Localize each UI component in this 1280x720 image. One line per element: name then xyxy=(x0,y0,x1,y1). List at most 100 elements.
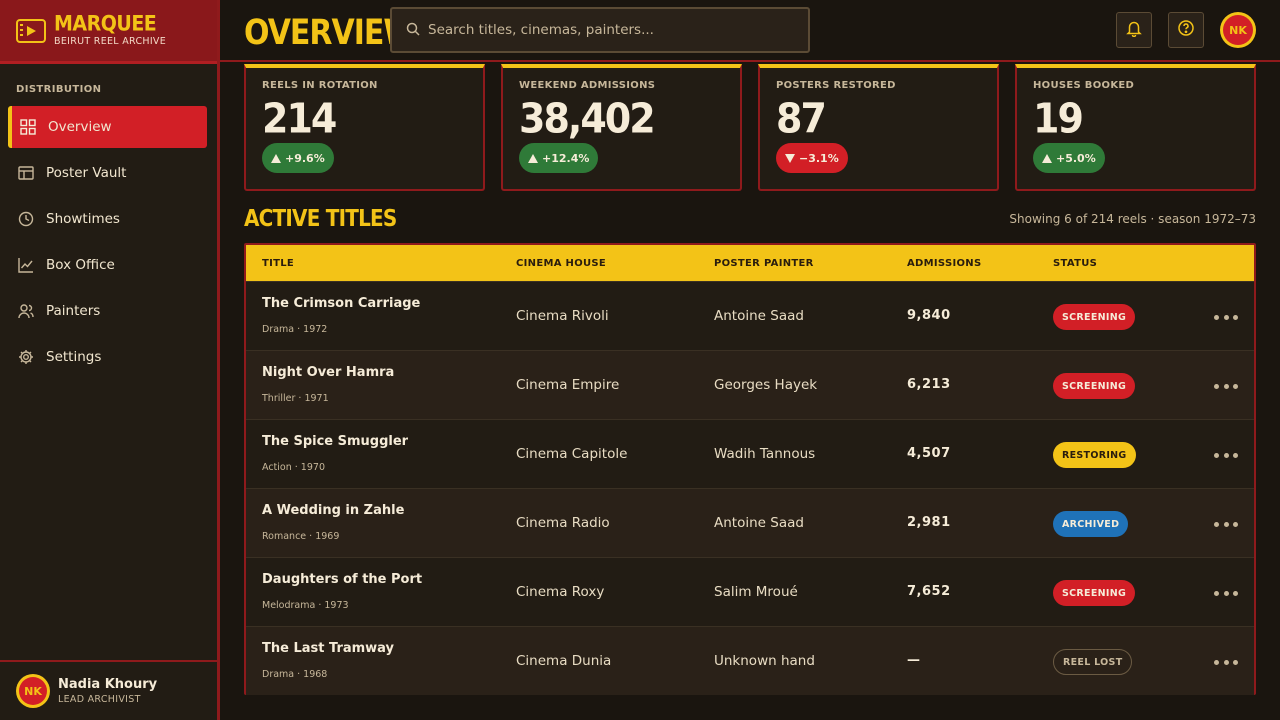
title-meta: Action · 1970 xyxy=(262,462,325,473)
cinema-cell: Cinema Empire xyxy=(516,377,620,393)
header-avatar[interactable]: NK xyxy=(1220,12,1256,48)
table-row[interactable]: Night Over Hamra Thriller · 1971 Cinema … xyxy=(246,350,1254,419)
showing-count: Showing 6 of 214 reels · season 1972–73 xyxy=(1009,212,1256,226)
title-name[interactable]: The Crimson Carriage xyxy=(262,296,420,311)
kpi-label: HOUSES BOOKED xyxy=(1033,80,1135,91)
sidebar-item-box-office[interactable]: Box Office xyxy=(8,244,207,286)
trend-up-icon xyxy=(271,153,281,163)
more-options-icon[interactable] xyxy=(1214,654,1238,670)
painter-cell: Wadih Tannous xyxy=(714,446,816,462)
clock-icon xyxy=(18,211,34,227)
kpi-card-posters: POSTERS RESTORED 87 −3.1% xyxy=(758,64,999,191)
sidebar: MARQUEE BEIRUT REEL ARCHIVE DISTRIBUTION… xyxy=(0,0,220,720)
kpi-delta-badge: −3.1% xyxy=(776,143,848,173)
gear-icon xyxy=(18,349,34,365)
sidebar-item-label: Settings xyxy=(46,349,102,365)
help-button[interactable] xyxy=(1168,12,1204,48)
title-meta: Drama · 1968 xyxy=(262,669,328,680)
title-name[interactable]: Daughters of the Port xyxy=(262,572,422,587)
more-options-icon[interactable] xyxy=(1214,447,1238,463)
table-row[interactable]: The Crimson Carriage Drama · 1972 Cinema… xyxy=(246,281,1254,350)
painter-cell: Antoine Saad xyxy=(714,515,804,531)
avatar: NK xyxy=(1220,12,1256,48)
search-input[interactable] xyxy=(428,22,788,38)
sidebar-item-showtimes[interactable]: Showtimes xyxy=(8,198,207,240)
table-row[interactable]: The Last Tramway Drama · 1968 Cinema Dun… xyxy=(246,626,1254,695)
more-options-icon[interactable] xyxy=(1214,516,1238,532)
kpi-delta: +5.0% xyxy=(1056,151,1096,165)
status-badge: ARCHIVED xyxy=(1053,511,1129,537)
title-meta: Thriller · 1971 xyxy=(262,393,329,404)
sidebar-item-label: Painters xyxy=(46,303,101,319)
users-icon xyxy=(18,303,34,319)
user-role: LEAD ARCHIVIST xyxy=(58,694,141,705)
sidebar-item-settings[interactable]: Settings xyxy=(8,336,207,378)
brand-subtitle: BEIRUT REEL ARCHIVE xyxy=(54,36,167,47)
kpi-card-reels: REELS IN ROTATION 214 +9.6% xyxy=(244,64,485,191)
search-icon xyxy=(406,21,420,40)
kpi-label: WEEKEND ADMISSIONS xyxy=(519,80,656,91)
kpi-value: 214 xyxy=(262,94,337,143)
cinema-cell: Cinema Radio xyxy=(516,515,610,531)
admissions-cell: 9,840 xyxy=(907,308,951,323)
admissions-cell: — xyxy=(907,653,921,668)
admissions-cell: 2,981 xyxy=(907,515,951,530)
title-name[interactable]: A Wedding in Zahle xyxy=(262,503,404,518)
avatar: NK xyxy=(16,674,50,708)
column-header-cinema[interactable]: CINEMA HOUSE xyxy=(516,258,606,269)
layout-icon xyxy=(18,165,34,181)
sidebar-item-painters[interactable]: Painters xyxy=(8,290,207,332)
title-meta: Drama · 1972 xyxy=(262,324,328,335)
status-badge: REEL LOST xyxy=(1053,649,1133,675)
user-profile[interactable]: NK Nadia Khoury LEAD ARCHIVIST xyxy=(0,660,217,720)
more-options-icon[interactable] xyxy=(1214,378,1238,394)
title-name[interactable]: The Spice Smuggler xyxy=(262,434,408,449)
nav-section-label: DISTRIBUTION xyxy=(16,84,102,95)
search-box[interactable] xyxy=(390,7,810,53)
trend-up-icon xyxy=(1042,153,1052,163)
title-name[interactable]: Night Over Hamra xyxy=(262,365,394,380)
admissions-cell: 4,507 xyxy=(907,446,951,461)
painter-cell: Georges Hayek xyxy=(714,377,818,393)
painter-cell: Antoine Saad xyxy=(714,308,804,324)
help-icon xyxy=(1177,19,1195,41)
top-header: OVERVIEW NK xyxy=(220,0,1280,62)
brand-name: MARQUEE xyxy=(54,11,157,37)
kpi-delta-badge: +9.6% xyxy=(262,143,334,173)
title-name[interactable]: The Last Tramway xyxy=(262,641,394,656)
more-options-icon[interactable] xyxy=(1214,309,1238,325)
brand[interactable]: MARQUEE BEIRUT REEL ARCHIVE xyxy=(0,0,217,64)
table-header: TITLE CINEMA HOUSE POSTER PAINTER ADMISS… xyxy=(246,245,1254,281)
table-row[interactable]: Daughters of the Port Melodrama · 1973 C… xyxy=(246,557,1254,626)
status-badge: SCREENING xyxy=(1053,304,1136,330)
film-logo-icon xyxy=(16,18,46,43)
kpi-value: 87 xyxy=(776,94,827,143)
sidebar-item-label: Overview xyxy=(48,119,112,135)
column-header-painter[interactable]: POSTER PAINTER xyxy=(714,258,814,269)
sidebar-item-label: Box Office xyxy=(46,257,115,273)
kpi-delta: +12.4% xyxy=(542,151,590,165)
column-header-title[interactable]: TITLE xyxy=(262,258,294,269)
more-options-icon[interactable] xyxy=(1214,585,1238,601)
title-meta: Romance · 1969 xyxy=(262,531,340,542)
trend-down-icon xyxy=(785,153,795,163)
admissions-cell: 6,213 xyxy=(907,377,951,392)
table-row[interactable]: The Spice Smuggler Action · 1970 Cinema … xyxy=(246,419,1254,488)
table-row[interactable]: A Wedding in Zahle Romance · 1969 Cinema… xyxy=(246,488,1254,557)
title-meta: Melodrama · 1973 xyxy=(262,600,349,611)
avatar-initials: NK xyxy=(1223,15,1253,45)
chart-icon xyxy=(18,257,34,273)
kpi-value: 38,402 xyxy=(519,94,656,143)
sidebar-item-overview[interactable]: Overview xyxy=(8,106,207,148)
sidebar-item-label: Showtimes xyxy=(46,211,120,227)
trend-up-icon xyxy=(528,153,538,163)
bell-icon xyxy=(1125,19,1143,41)
section-title: ACTIVE TITLES xyxy=(244,204,397,232)
sidebar-item-poster-vault[interactable]: Poster Vault xyxy=(8,152,207,194)
column-header-admissions[interactable]: ADMISSIONS xyxy=(907,258,981,269)
kpi-card-houses: HOUSES BOOKED 19 +5.0% xyxy=(1015,64,1256,191)
notifications-button[interactable] xyxy=(1116,12,1152,48)
column-header-status[interactable]: STATUS xyxy=(1053,258,1097,269)
status-badge: SCREENING xyxy=(1053,580,1136,606)
kpi-delta: −3.1% xyxy=(799,151,839,165)
